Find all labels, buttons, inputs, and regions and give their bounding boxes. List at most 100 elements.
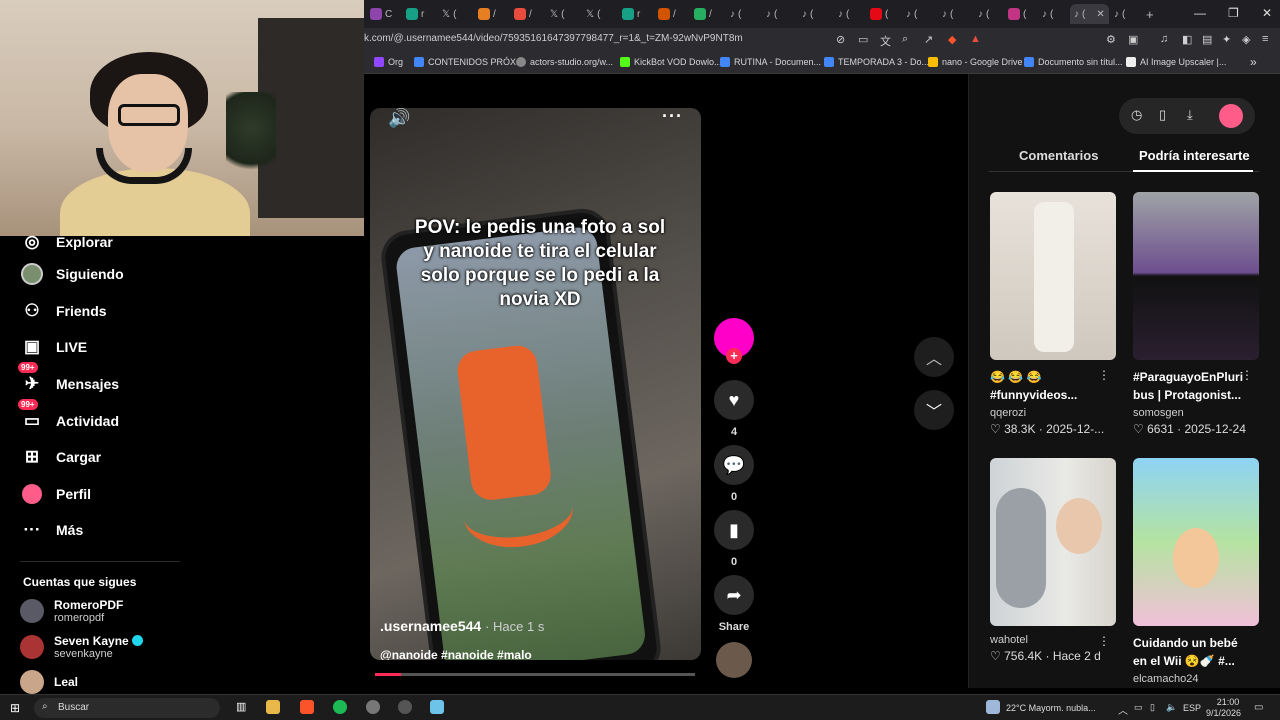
recommended-video-card[interactable]: Cuidando un bebé en el Wii 😵🍼 #... elcam… bbox=[1133, 458, 1259, 685]
recommended-video-card[interactable]: ⋮ wahotel ♡ 756.4K · Hace 2 d bbox=[990, 458, 1116, 663]
nav-mas[interactable]: ··· Más bbox=[20, 518, 84, 542]
heart-icon[interactable]: ♥ bbox=[714, 380, 754, 420]
bookmark-item[interactable]: TEMPORADA 3 - Do... bbox=[824, 57, 929, 67]
video-username[interactable]: .usernamee544 bbox=[380, 618, 481, 634]
previous-video-button[interactable]: ︿ bbox=[914, 337, 954, 377]
card-user[interactable]: somosgen bbox=[1133, 407, 1259, 419]
comment-icon[interactable]: 💬 bbox=[714, 445, 754, 485]
tiktok-icon[interactable]: ◷ bbox=[1131, 107, 1142, 123]
clock-time[interactable]: 21:00 bbox=[1213, 697, 1243, 707]
brave-shields-icon[interactable]: ◆ bbox=[948, 33, 956, 46]
bookmark-item[interactable]: KickBot VOD Dowlo... bbox=[620, 57, 722, 67]
video-hashtags[interactable]: @nanoide #nanoide #malo bbox=[380, 648, 532, 660]
sidebar-icon[interactable]: ◧ bbox=[1182, 33, 1192, 46]
video-thumbnail[interactable] bbox=[990, 458, 1116, 626]
user-avatar[interactable] bbox=[1219, 104, 1243, 128]
browser-tab[interactable]: / bbox=[658, 4, 676, 24]
browser-tab[interactable]: ( bbox=[1008, 4, 1026, 24]
following-account[interactable]: Leal bbox=[20, 670, 78, 694]
browser-tab[interactable]: 𝕏( bbox=[442, 4, 456, 24]
bookmark-item[interactable]: nano - Google Drive bbox=[928, 57, 1023, 67]
brave-rewards-icon[interactable]: ▲ bbox=[970, 33, 981, 45]
tab-podria-interesarte[interactable]: Podría interesarte bbox=[1139, 148, 1250, 163]
obs-icon[interactable] bbox=[366, 700, 380, 714]
vpn-icon[interactable]: ◈ bbox=[1242, 33, 1250, 46]
browser-tab[interactable]: C bbox=[370, 4, 392, 24]
screenshot-icon[interactable]: ▣ bbox=[1128, 33, 1138, 46]
spotify-icon[interactable] bbox=[333, 700, 347, 714]
bookmark-item[interactable]: Org bbox=[374, 57, 403, 67]
nav-explorar[interactable]: ◎ Explorar bbox=[20, 230, 113, 254]
ai-icon[interactable]: ✦ bbox=[1222, 33, 1231, 46]
nav-actividad[interactable]: ▭ 99+ Actividad bbox=[18, 399, 119, 433]
nav-cargar[interactable]: ⊞ Cargar bbox=[20, 445, 101, 469]
bookmark-item[interactable]: RUTINA - Documen... bbox=[720, 57, 821, 67]
new-tab-button[interactable]: + bbox=[1146, 4, 1154, 24]
browser-tab[interactable]: ♪( bbox=[906, 4, 917, 24]
clock-date[interactable]: 9/1/2026 bbox=[1206, 708, 1241, 718]
browser-tab[interactable]: / bbox=[478, 4, 496, 24]
recommended-video-card[interactable]: ⋮ #ParaguayoEnPluri bus | Protagonist...… bbox=[1133, 192, 1259, 436]
app-icon[interactable] bbox=[398, 700, 412, 714]
comment-action[interactable]: 💬 0 bbox=[714, 445, 754, 503]
card-more-icon[interactable]: ⋮ bbox=[1098, 368, 1110, 382]
brave-browser-icon[interactable] bbox=[300, 700, 314, 714]
browser-tab[interactable]: / bbox=[694, 4, 712, 24]
restore-button[interactable]: ❐ bbox=[1228, 6, 1239, 20]
save-action[interactable]: ▮ 0 bbox=[714, 510, 754, 568]
music-disc-avatar[interactable] bbox=[716, 642, 752, 678]
extensions-icon[interactable]: ⚙ bbox=[1106, 33, 1116, 46]
download-icon[interactable]: ⤓ bbox=[1187, 107, 1193, 123]
app-icon[interactable] bbox=[430, 700, 444, 714]
close-tab-icon[interactable]: ✕ bbox=[1096, 9, 1104, 20]
tab-comentarios[interactable]: Comentarios bbox=[1019, 148, 1098, 163]
card-more-icon[interactable]: ⋮ bbox=[1098, 634, 1110, 648]
browser-tab[interactable]: ♪( bbox=[978, 4, 989, 24]
follow-plus-button[interactable]: + bbox=[726, 348, 742, 364]
browser-tab[interactable]: ♪( bbox=[802, 4, 813, 24]
following-account[interactable]: RomeroPDF romeropdf bbox=[20, 598, 123, 624]
browser-tab[interactable]: ♪( bbox=[1042, 4, 1053, 24]
menu-icon[interactable]: ≡ bbox=[1262, 33, 1268, 45]
browser-tab[interactable]: r bbox=[622, 4, 640, 24]
more-options-icon[interactable]: ··· bbox=[662, 108, 683, 127]
taskbar-search[interactable]: ⌕ Buscar bbox=[34, 698, 220, 718]
weather-text[interactable]: 22°C Mayorm. nubla... bbox=[1006, 703, 1096, 713]
bookmark-item[interactable]: actors-studio.org/w... bbox=[516, 57, 613, 67]
browser-tab[interactable]: ♪( bbox=[942, 4, 953, 24]
browser-tab[interactable]: ♪( bbox=[766, 4, 777, 24]
like-action[interactable]: ♥ 4 bbox=[714, 380, 754, 438]
task-view-icon[interactable]: ▥ bbox=[236, 700, 250, 714]
browser-tab[interactable]: r bbox=[406, 4, 424, 24]
browser-tab[interactable]: 𝕏( bbox=[586, 4, 600, 24]
more-bookmarks-button[interactable]: » bbox=[1250, 55, 1257, 69]
minimize-button[interactable]: — bbox=[1194, 6, 1206, 20]
close-window-button[interactable]: ✕ bbox=[1262, 6, 1272, 20]
following-account[interactable]: Seven Kayne sevenkayne bbox=[20, 634, 143, 660]
browser-tab[interactable]: ♪( bbox=[838, 4, 849, 24]
browser-tab[interactable]: / bbox=[514, 4, 532, 24]
translate-icon[interactable]: 文 bbox=[880, 33, 891, 49]
share-action[interactable]: ➦ Share bbox=[714, 575, 754, 633]
bookmark-item[interactable]: CONTENIDOS PRÓX... bbox=[414, 57, 524, 67]
bookmark-item[interactable]: AI Image Upscaler |... bbox=[1126, 57, 1226, 67]
share-icon[interactable]: ➦ bbox=[714, 575, 754, 615]
video-player[interactable]: 🔊 ··· POV: le pedis una foto a sol y nan… bbox=[370, 108, 701, 660]
media-icon[interactable]: ♫ bbox=[1160, 33, 1168, 45]
browser-tab[interactable]: ♪( bbox=[730, 4, 741, 24]
share-page-icon[interactable]: ↗ bbox=[924, 33, 933, 46]
nav-perfil[interactable]: Perfil bbox=[20, 482, 91, 506]
card-more-icon[interactable]: ⋮ bbox=[1241, 368, 1253, 382]
nav-live[interactable]: ▣ LIVE bbox=[20, 335, 87, 359]
nav-mensajes[interactable]: ✈ 99+ Mensajes bbox=[18, 362, 119, 396]
device-icon[interactable]: ▯ bbox=[1159, 107, 1166, 123]
bookmark-icon[interactable]: ▮ bbox=[714, 510, 754, 550]
video-progress-bar[interactable] bbox=[375, 673, 695, 676]
browser-tab-active[interactable]: ♪( ✕ bbox=[1070, 4, 1109, 24]
no-tracking-icon[interactable]: ⊘ bbox=[836, 33, 845, 46]
battery-icon[interactable]: ▯ bbox=[1150, 702, 1155, 713]
file-explorer-icon[interactable] bbox=[266, 700, 280, 714]
browser-tab[interactable]: ♪( bbox=[1114, 4, 1125, 24]
nav-friends[interactable]: ⚇ Friends bbox=[20, 299, 106, 323]
volume-tray-icon[interactable]: 🔈 bbox=[1166, 702, 1177, 713]
